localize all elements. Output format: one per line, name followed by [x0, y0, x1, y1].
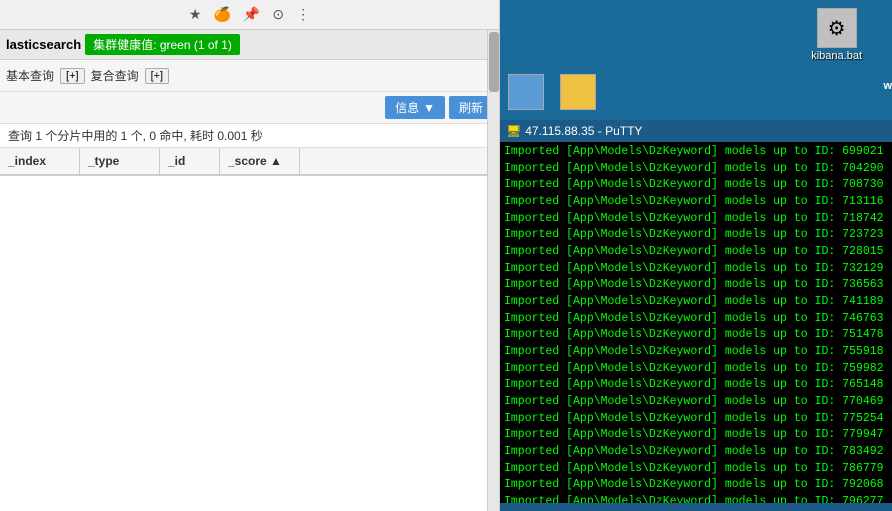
putty-log-line: Imported [App\Models\DzKeyword] models u… — [504, 227, 888, 244]
putty-log-line: Imported [App\Models\DzKeyword] models u… — [504, 461, 888, 478]
col-score-header[interactable]: _score ▲ — [220, 148, 300, 174]
putty-log-line: Imported [App\Models\DzKeyword] models u… — [504, 444, 888, 461]
putty-log-line: Imported [App\Models\DzKeyword] models u… — [504, 361, 888, 378]
desktop-icon-3[interactable] — [560, 74, 596, 112]
es-title: lasticsearch — [6, 37, 81, 52]
putty-log-line: Imported [App\Models\DzKeyword] models u… — [504, 244, 888, 261]
es-header: lasticsearch 集群健康值: green (1 of 1) — [0, 30, 499, 60]
putty-log-line: Imported [App\Models\DzKeyword] models u… — [504, 194, 888, 211]
putty-bottom-bar — [500, 503, 892, 511]
right-panel: ⚙ kibana.bat w 🖥 47.115.88.35 - PuTTY Im… — [500, 0, 892, 511]
kibana-icon-label: kibana.bat — [811, 50, 862, 62]
desktop-icon-2[interactable] — [508, 74, 544, 112]
putty-log-line: Imported [App\Models\DzKeyword] models u… — [504, 277, 888, 294]
more-icon[interactable]: ⋮ — [296, 6, 310, 23]
putty-log-line: Imported [App\Models\DzKeyword] models u… — [504, 494, 888, 503]
basic-query-label: 基本查询 — [6, 67, 54, 84]
desktop-icon-3-image — [560, 74, 596, 110]
basic-query-add-button[interactable]: [+] — [60, 68, 85, 84]
putty-log-line: Imported [App\Models\DzKeyword] models u… — [504, 327, 888, 344]
col-index-header[interactable]: _index — [0, 148, 80, 174]
pin-icon[interactable]: 📌 — [243, 6, 260, 23]
status-text: 查询 1 个分片中用的 1 个, 0 命中, 耗时 0.001 秒 — [8, 127, 263, 144]
col-type-header[interactable]: _type — [80, 148, 160, 174]
left-scrollbar[interactable] — [487, 30, 499, 511]
compound-query-label: 复合查询 — [91, 67, 139, 84]
right-edge-label: w — [883, 80, 892, 92]
putty-log-line: Imported [App\Models\DzKeyword] models u… — [504, 377, 888, 394]
putty-log-line: Imported [App\Models\DzKeyword] models u… — [504, 344, 888, 361]
putty-title: 47.115.88.35 - PuTTY — [525, 124, 886, 138]
putty-log-line: Imported [App\Models\DzKeyword] models u… — [504, 411, 888, 428]
scrollbar-thumb[interactable] — [489, 32, 499, 92]
putty-log-line: Imported [App\Models\DzKeyword] models u… — [504, 177, 888, 194]
putty-log-line: Imported [App\Models\DzKeyword] models u… — [504, 261, 888, 278]
orange-icon[interactable]: 🍊 — [213, 6, 230, 23]
dropdown-arrow-icon: ▼ — [423, 101, 435, 115]
desktop-icon-2-image — [508, 74, 544, 110]
kibana-icon[interactable]: ⚙ kibana.bat — [811, 8, 862, 62]
elasticsearch-panel: ★ 🍊 📌 ⊙ ⋮ lasticsearch 集群健康值: green (1 o… — [0, 0, 500, 511]
kibana-icon-image: ⚙ — [817, 8, 857, 48]
putty-log-line: Imported [App\Models\DzKeyword] models u… — [504, 161, 888, 178]
info-button[interactable]: 信息 ▼ — [385, 96, 445, 119]
putty-log-line: Imported [App\Models\DzKeyword] models u… — [504, 394, 888, 411]
putty-terminal[interactable]: Imported [App\Models\DzKeyword] models u… — [500, 142, 892, 503]
compound-query-add-button[interactable]: [+] — [145, 68, 170, 84]
query-bar: 基本查询 [+] 复合查询 [+] — [0, 60, 499, 92]
putty-titlebar: 🖥 47.115.88.35 - PuTTY — [500, 120, 892, 142]
status-line: 查询 1 个分片中用的 1 个, 0 命中, 耗时 0.001 秒 — [0, 124, 499, 148]
col-id-header[interactable]: _id — [160, 148, 220, 174]
star-icon[interactable]: ★ — [189, 6, 202, 23]
table-header: _index _type _id _score ▲ — [0, 148, 499, 176]
action-bar: 信息 ▼ 刷新 — [0, 92, 499, 124]
putty-log-line: Imported [App\Models\DzKeyword] models u… — [504, 294, 888, 311]
putty-window: 🖥 47.115.88.35 - PuTTY Imported [App\Mod… — [500, 120, 892, 511]
user-icon[interactable]: ⊙ — [272, 6, 284, 23]
putty-log-line: Imported [App\Models\DzKeyword] models u… — [504, 477, 888, 494]
putty-log-line: Imported [App\Models\DzKeyword] models u… — [504, 311, 888, 328]
browser-toolbar: ★ 🍊 📌 ⊙ ⋮ — [0, 0, 499, 30]
info-label: 信息 — [395, 99, 419, 116]
desktop-area: ⚙ kibana.bat w — [500, 0, 892, 120]
putty-log-line: Imported [App\Models\DzKeyword] models u… — [504, 427, 888, 444]
putty-log-line: Imported [App\Models\DzKeyword] models u… — [504, 144, 888, 161]
cluster-status-badge: 集群健康值: green (1 of 1) — [85, 34, 240, 55]
putty-log-line: Imported [App\Models\DzKeyword] models u… — [504, 211, 888, 228]
putty-icon: 🖥 — [506, 124, 521, 138]
